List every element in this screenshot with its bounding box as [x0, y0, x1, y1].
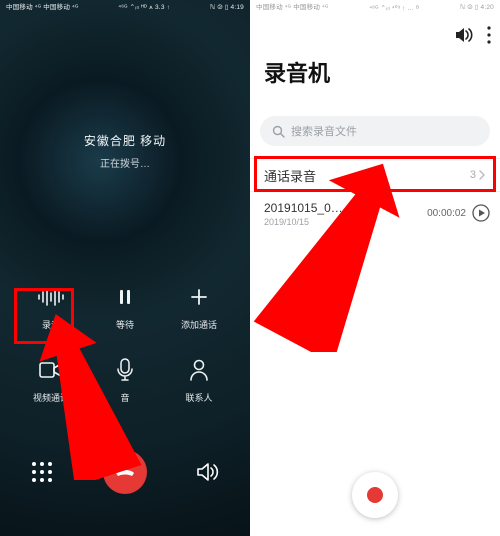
recorder-topbar	[454, 26, 492, 44]
call-actions: 录音 等待 添加通话 视频通话 音	[0, 282, 250, 404]
call-screen: 中国移动 ⁴ᴳ 中国移动 ⁴ᴳ ⁴⁶ᴳ ⌃ᵢₗₗ ᴴᴰ ⩚ 3.3 ↑ ℕ ⧁ …	[0, 0, 250, 536]
video-icon	[36, 355, 66, 385]
dialing-label: 正在拨号…	[0, 155, 250, 170]
file-date: 2019/10/15	[264, 217, 343, 227]
more-icon[interactable]	[486, 26, 492, 44]
plus-icon	[184, 282, 214, 312]
file-name: 20191015_0…	[264, 200, 343, 217]
person-icon	[184, 355, 214, 385]
app-title: 录音机	[264, 56, 330, 88]
call-bottom-row	[0, 450, 250, 494]
speaker-icon[interactable]	[454, 26, 474, 44]
record-start-button[interactable]	[352, 472, 398, 518]
record-button[interactable]: 录音	[14, 282, 88, 331]
status-bar-right: 中国移动 ⁴ᴳ 中国移动 ⁴ᴳ ⁴⁶ᴳ ⌃ᵢₗₗ ⁴⁰³ ↑ … ᴮ ℕ ⧁ ▯…	[250, 0, 500, 12]
file-duration: 00:00:02	[427, 208, 466, 219]
call-recordings-section[interactable]: 通话录音 3	[250, 158, 500, 192]
search-placeholder: 搜索录音文件	[291, 123, 357, 139]
chevron-right-icon	[478, 170, 486, 180]
pause-icon	[110, 282, 140, 312]
section-count: 3	[470, 169, 486, 181]
mute-button[interactable]: 音	[88, 355, 162, 404]
location-label: 安徽合肥 移动	[0, 132, 250, 149]
waveform-icon	[36, 282, 66, 312]
speaker-button[interactable]	[196, 461, 220, 483]
recorder-screen: 中国移动 ⁴ᴳ 中国移动 ⁴ᴳ ⁴⁶ᴳ ⌃ᵢₗₗ ⁴⁰³ ↑ … ᴮ ℕ ⧁ ▯…	[250, 0, 500, 536]
status-bar-left: 中国移动 ⁴ᴳ 中国移动 ⁴ᴳ ⁴⁶ᴳ ⌃ᵢₗₗ ᴴᴰ ⩚ 3.3 ↑ ℕ ⧁ …	[0, 0, 250, 12]
add-call-button[interactable]: 添加通话	[162, 282, 236, 331]
hangup-button[interactable]	[103, 450, 147, 494]
carrier: 中国移动 ⁴ᴳ 中国移动 ⁴ᴳ	[6, 4, 78, 11]
play-icon[interactable]	[472, 204, 490, 222]
call-info: 安徽合肥 移动 正在拨号…	[0, 132, 250, 170]
hold-button[interactable]: 等待	[88, 282, 162, 331]
contacts-button[interactable]: 联系人	[162, 355, 236, 404]
video-call-button[interactable]: 视频通话	[14, 355, 88, 404]
search-icon	[272, 125, 285, 138]
mic-icon	[110, 355, 140, 385]
section-title: 通话录音	[264, 166, 316, 185]
recording-item[interactable]: 20191015_0… 2019/10/15 00:00:02	[264, 200, 490, 227]
keypad-button[interactable]	[30, 460, 54, 484]
search-input[interactable]: 搜索录音文件	[260, 116, 490, 146]
